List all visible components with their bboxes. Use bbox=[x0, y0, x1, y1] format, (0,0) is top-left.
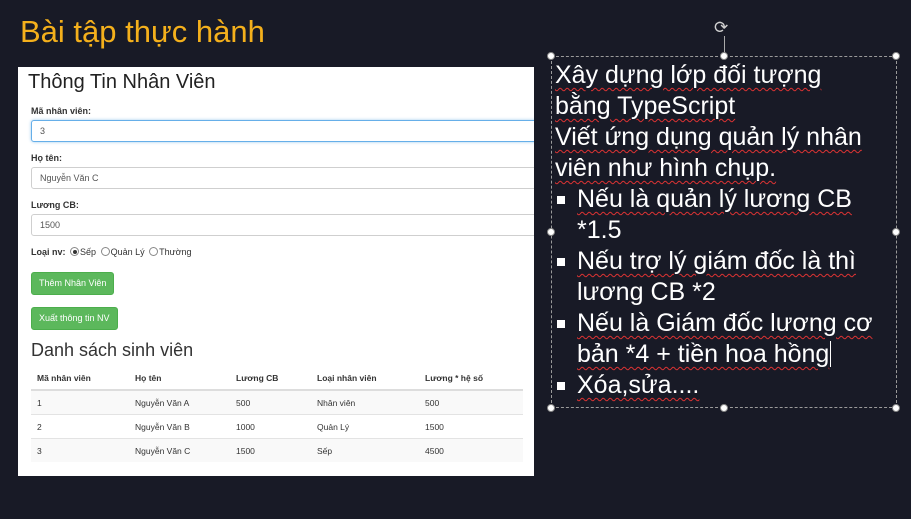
employee-id-label: Mã nhân viên: bbox=[31, 106, 92, 116]
paragraph-line: bằng TypeScript bbox=[555, 92, 736, 120]
export-employee-button[interactable]: Xuất thông tin NV bbox=[31, 307, 118, 330]
radio-regular[interactable] bbox=[149, 247, 159, 256]
resize-handle-left[interactable] bbox=[547, 228, 555, 236]
list-heading: Danh sách sinh viên bbox=[31, 340, 194, 360]
bullet-square-icon bbox=[557, 382, 565, 390]
bullet-square-icon bbox=[557, 258, 565, 266]
resize-handle-right[interactable] bbox=[892, 228, 900, 236]
rotate-handle-icon[interactable]: ⟳ bbox=[714, 18, 728, 38]
employee-type-group: Loại nv: Sếp Quản Lý Thường bbox=[31, 247, 192, 257]
add-employee-button[interactable]: Thêm Nhân Viên bbox=[31, 272, 115, 295]
cell-type: Quản Lý bbox=[311, 414, 419, 439]
radio-boss[interactable] bbox=[70, 247, 80, 256]
bullet-item: Nếu trợ lý giám đốc là thì bbox=[555, 246, 890, 277]
bullet-item: Nếu là Giám đốc lương cơ bbox=[555, 308, 890, 339]
employee-id-input[interactable]: 3 bbox=[31, 120, 534, 142]
table-header-row: Mã nhân viên Họ tên Lương CB Loại nhân v… bbox=[31, 367, 523, 391]
text-cursor bbox=[830, 341, 832, 367]
bullet-item: Xóa,sửa.... bbox=[555, 370, 890, 401]
col-id: Mã nhân viên bbox=[31, 367, 129, 391]
cell-id: 3 bbox=[31, 438, 129, 462]
cell-id: 2 bbox=[31, 414, 129, 439]
cell-name: Nguyễn Văn B bbox=[129, 414, 230, 439]
employee-table: Mã nhân viên Họ tên Lương CB Loại nhân v… bbox=[31, 367, 523, 462]
col-name: Họ tên bbox=[129, 367, 230, 391]
cell-salary: 1000 bbox=[230, 414, 311, 439]
radio-manager-label: Quản Lý bbox=[110, 247, 145, 257]
cell-total: 500 bbox=[419, 389, 523, 415]
table-row: 1 Nguyễn Văn A 500 Nhân viên 500 bbox=[31, 389, 523, 415]
bullet-text: Xóa,sửa.... bbox=[577, 371, 700, 399]
table-row: 2 Nguyễn Văn B 1000 Quản Lý 1500 bbox=[31, 414, 523, 439]
slide: Bài tập thực hành Thông Tin Nhân Viên Mã… bbox=[0, 0, 911, 519]
cell-name: Nguyễn Văn A bbox=[129, 389, 230, 415]
cell-salary: 1500 bbox=[230, 438, 311, 462]
table-row: 3 Nguyễn Văn C 1500 Sếp 4500 bbox=[31, 438, 523, 462]
cell-id: 1 bbox=[31, 389, 129, 415]
paragraph-line: viên như hình chụp. bbox=[555, 154, 777, 182]
resize-handle-bottom[interactable] bbox=[720, 404, 728, 412]
resize-handle-top-right[interactable] bbox=[892, 52, 900, 60]
col-total: Lương * hệ số bbox=[419, 367, 523, 391]
radio-boss-label: Sếp bbox=[80, 247, 97, 257]
text-box-content[interactable]: Xây dựng lớp đối tượng bằng TypeScript V… bbox=[555, 60, 890, 401]
bullet-text: Nếu là quản lý lương CB bbox=[577, 185, 852, 213]
bullet-item: Nếu là quản lý lương CB bbox=[555, 184, 890, 215]
cell-name: Nguyễn Văn C bbox=[129, 438, 230, 462]
paragraph-line: Viết ứng dụng quản lý nhân bbox=[555, 123, 862, 151]
cell-salary: 500 bbox=[230, 389, 311, 415]
cell-total: 4500 bbox=[419, 438, 523, 462]
resize-handle-bottom-right[interactable] bbox=[892, 404, 900, 412]
resize-handle-top-left[interactable] bbox=[547, 52, 555, 60]
employee-type-label: Loại nv: bbox=[31, 247, 66, 257]
cell-total: 1500 bbox=[419, 414, 523, 439]
resize-handle-bottom-left[interactable] bbox=[547, 404, 555, 412]
base-salary-label: Lương CB: bbox=[31, 200, 79, 210]
form-heading: Thông Tin Nhân Viên bbox=[28, 71, 216, 93]
bullet-square-icon bbox=[557, 320, 565, 328]
screenshot-panel: Thông Tin Nhân Viên Mã nhân viên: 3 Họ t… bbox=[18, 67, 534, 476]
resize-handle-top[interactable] bbox=[720, 52, 728, 60]
radio-manager[interactable] bbox=[100, 247, 110, 256]
bullet-square-icon bbox=[557, 196, 565, 204]
paragraph-line: Xây dựng lớp đối tượng bbox=[555, 61, 822, 89]
bullet-continuation: *1.5 bbox=[577, 216, 622, 244]
slide-title: Bài tập thực hành bbox=[20, 14, 265, 49]
col-type: Loại nhân viên bbox=[311, 367, 419, 391]
bullet-continuation: bản *4 + tiền hoa hồng bbox=[555, 339, 890, 370]
bullet-text: Nếu là Giám đốc lương cơ bbox=[577, 309, 873, 337]
radio-regular-label: Thường bbox=[159, 247, 192, 257]
bullet-text: Nếu trợ lý giám đốc là thì bbox=[577, 247, 857, 275]
bullet-continuation-text: bản *4 + tiền hoa hồng bbox=[577, 340, 830, 368]
full-name-label: Họ tên: bbox=[31, 153, 62, 163]
cell-type: Nhân viên bbox=[311, 389, 419, 415]
base-salary-input[interactable]: 1500 bbox=[31, 214, 534, 236]
full-name-input[interactable]: Nguyễn Văn C bbox=[31, 167, 534, 189]
window-edge bbox=[911, 0, 918, 519]
col-salary: Lương CB bbox=[230, 367, 311, 391]
cell-type: Sếp bbox=[311, 438, 419, 462]
bullet-continuation: lương CB *2 bbox=[577, 278, 716, 306]
